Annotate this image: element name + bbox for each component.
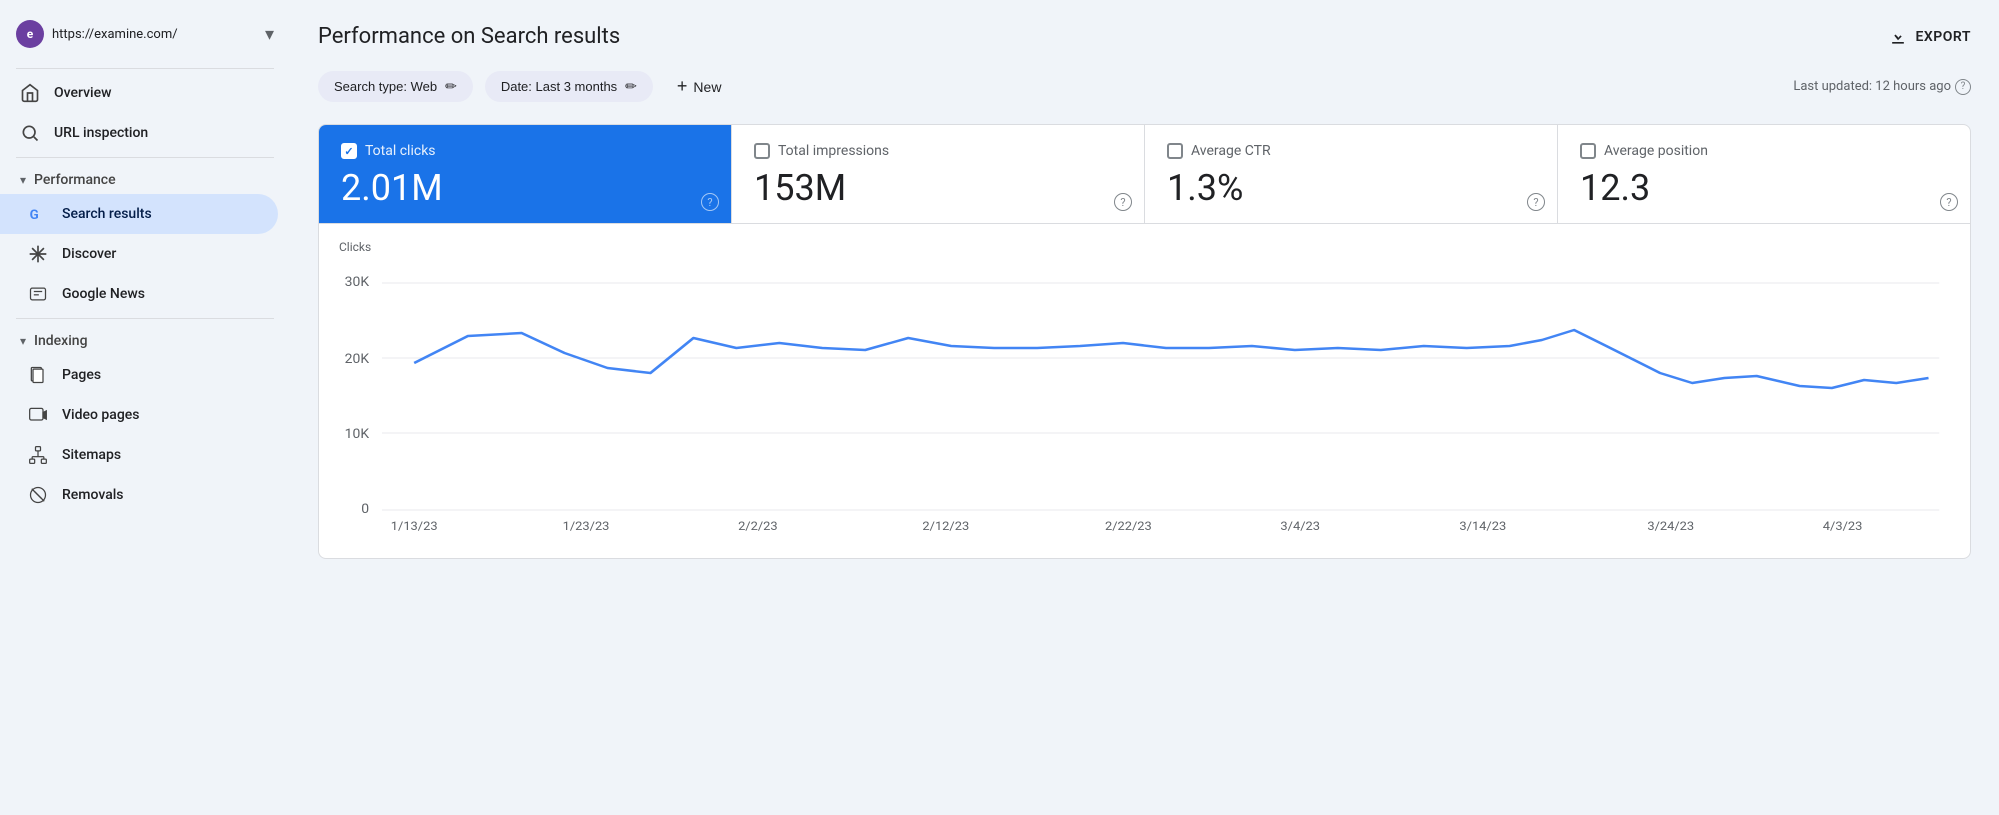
filter-row: Search type: Web ✏ Date: Last 3 months ✏… — [318, 69, 1971, 104]
page-header: Performance on Search results EXPORT — [318, 24, 1971, 49]
metric-card-total-impressions[interactable]: Total impressions 153M ? — [732, 125, 1145, 223]
home-icon — [20, 83, 40, 103]
export-button[interactable]: EXPORT — [1888, 27, 1971, 47]
sidebar-divider-performance — [16, 157, 274, 158]
metric-value-ctr: 1.3% — [1167, 167, 1535, 209]
metric-checkbox-position[interactable] — [1580, 143, 1596, 159]
date-filter[interactable]: Date: Last 3 months ✏ — [485, 71, 653, 102]
google-news-icon — [28, 284, 48, 304]
sidebar-divider-top — [16, 68, 274, 69]
sidebar-item-video-pages-label: Video pages — [62, 407, 139, 423]
sidebar-item-url-inspection-label: URL inspection — [54, 125, 148, 141]
sidebar-divider-indexing — [16, 318, 274, 319]
chevron-down-icon-indexing: ▾ — [20, 334, 26, 348]
search-icon — [20, 123, 40, 143]
sidebar-item-search-results[interactable]: G Search results — [0, 194, 278, 234]
metric-label-clicks: Total clicks — [365, 143, 436, 159]
svg-text:3/4/23: 3/4/23 — [1280, 519, 1320, 533]
metric-label-position: Average position — [1604, 143, 1708, 159]
chevron-down-icon: ▾ — [20, 173, 26, 187]
svg-text:2/2/23: 2/2/23 — [738, 519, 778, 533]
page-title: Performance on Search results — [318, 24, 620, 49]
last-updated: Last updated: 12 hours ago ? — [1793, 79, 1971, 95]
sidebar-item-google-news-label: Google News — [62, 286, 145, 302]
chart-container: Clicks 30K 20K 10K 0 1/13/23 1/23/23 2/2… — [318, 224, 1971, 559]
search-type-filter[interactable]: Search type: Web ✏ — [318, 71, 473, 102]
main-content: Performance on Search results EXPORT Sea… — [290, 0, 1999, 815]
svg-text:3/14/23: 3/14/23 — [1459, 519, 1506, 533]
svg-text:3/24/23: 3/24/23 — [1647, 519, 1694, 533]
help-icon-position[interactable]: ? — [1940, 193, 1958, 211]
site-selector[interactable]: e https://examine.com/ ▾ — [0, 12, 290, 64]
export-label: EXPORT — [1916, 29, 1971, 45]
sidebar-item-pages[interactable]: Pages — [0, 355, 278, 395]
sidebar: e https://examine.com/ ▾ Overview URL in… — [0, 0, 290, 815]
date-label: Date: Last 3 months — [501, 79, 617, 94]
removals-icon — [28, 485, 48, 505]
video-pages-icon — [28, 405, 48, 425]
sidebar-item-removals-label: Removals — [62, 487, 124, 503]
edit-icon-date: ✏ — [625, 78, 637, 95]
export-icon — [1888, 27, 1908, 47]
pages-icon — [28, 365, 48, 385]
sitemaps-icon — [28, 445, 48, 465]
sidebar-item-discover[interactable]: Discover — [0, 234, 278, 274]
sidebar-item-sitemaps[interactable]: Sitemaps — [0, 435, 278, 475]
performance-section-header[interactable]: ▾ Performance — [0, 162, 290, 194]
site-url: https://examine.com/ — [52, 27, 257, 42]
metric-label-impressions: Total impressions — [778, 143, 889, 159]
svg-text:30K: 30K — [345, 274, 370, 289]
help-icon-small[interactable]: ? — [1955, 79, 1971, 95]
metric-checkbox-impressions[interactable] — [754, 143, 770, 159]
sidebar-item-google-news[interactable]: Google News — [0, 274, 278, 314]
sidebar-item-discover-label: Discover — [62, 246, 116, 262]
dropdown-arrow-icon: ▾ — [265, 24, 274, 45]
performance-section-label: Performance — [34, 172, 116, 188]
sidebar-item-search-results-label: Search results — [62, 206, 152, 222]
indexing-section-label: Indexing — [34, 333, 87, 349]
performance-chart: 30K 20K 10K 0 1/13/23 1/23/23 2/2/23 2/1… — [339, 258, 1950, 538]
svg-text:1/13/23: 1/13/23 — [391, 519, 438, 533]
sidebar-item-pages-label: Pages — [62, 367, 101, 383]
svg-text:10K: 10K — [345, 426, 370, 441]
indexing-section-header[interactable]: ▾ Indexing — [0, 323, 290, 355]
sidebar-item-removals[interactable]: Removals — [0, 475, 278, 515]
metrics-row: Total clicks 2.01M ? Total impressions 1… — [318, 124, 1971, 224]
svg-text:2/12/23: 2/12/23 — [922, 519, 969, 533]
metric-label-ctr: Average CTR — [1191, 143, 1271, 159]
site-avatar: e — [16, 20, 44, 48]
metric-checkbox-clicks[interactable] — [341, 143, 357, 159]
svg-text:2/22/23: 2/22/23 — [1105, 519, 1152, 533]
help-icon-impressions[interactable]: ? — [1114, 193, 1132, 211]
plus-icon: + — [677, 76, 688, 97]
metric-card-total-clicks[interactable]: Total clicks 2.01M ? — [319, 125, 732, 223]
new-label: New — [693, 79, 721, 95]
chart-y-label: Clicks — [339, 240, 1950, 254]
metric-value-clicks: 2.01M — [341, 167, 709, 209]
help-icon-clicks[interactable]: ? — [701, 193, 719, 211]
sidebar-item-sitemaps-label: Sitemaps — [62, 447, 121, 463]
sidebar-item-url-inspection[interactable]: URL inspection — [0, 113, 278, 153]
sidebar-item-video-pages[interactable]: Video pages — [0, 395, 278, 435]
asterisk-icon — [28, 244, 48, 264]
svg-text:20K: 20K — [345, 351, 370, 366]
edit-icon: ✏ — [445, 78, 457, 95]
svg-text:4/3/23: 4/3/23 — [1823, 519, 1863, 533]
help-icon-ctr[interactable]: ? — [1527, 193, 1545, 211]
svg-text:1/23/23: 1/23/23 — [563, 519, 610, 533]
new-filter-button[interactable]: + New — [665, 69, 734, 104]
sidebar-item-overview-label: Overview — [54, 85, 111, 101]
metric-checkbox-ctr[interactable] — [1167, 143, 1183, 159]
svg-text:G: G — [30, 208, 39, 223]
metric-card-average-position[interactable]: Average position 12.3 ? — [1558, 125, 1970, 223]
last-updated-text: Last updated: 12 hours ago — [1793, 79, 1951, 94]
search-type-label: Search type: Web — [334, 79, 437, 94]
svg-text:0: 0 — [361, 501, 369, 516]
google-g-icon: G — [28, 204, 48, 224]
metric-value-impressions: 153M — [754, 167, 1122, 209]
metric-card-average-ctr[interactable]: Average CTR 1.3% ? — [1145, 125, 1558, 223]
metric-value-position: 12.3 — [1580, 167, 1948, 209]
sidebar-item-overview[interactable]: Overview — [0, 73, 278, 113]
